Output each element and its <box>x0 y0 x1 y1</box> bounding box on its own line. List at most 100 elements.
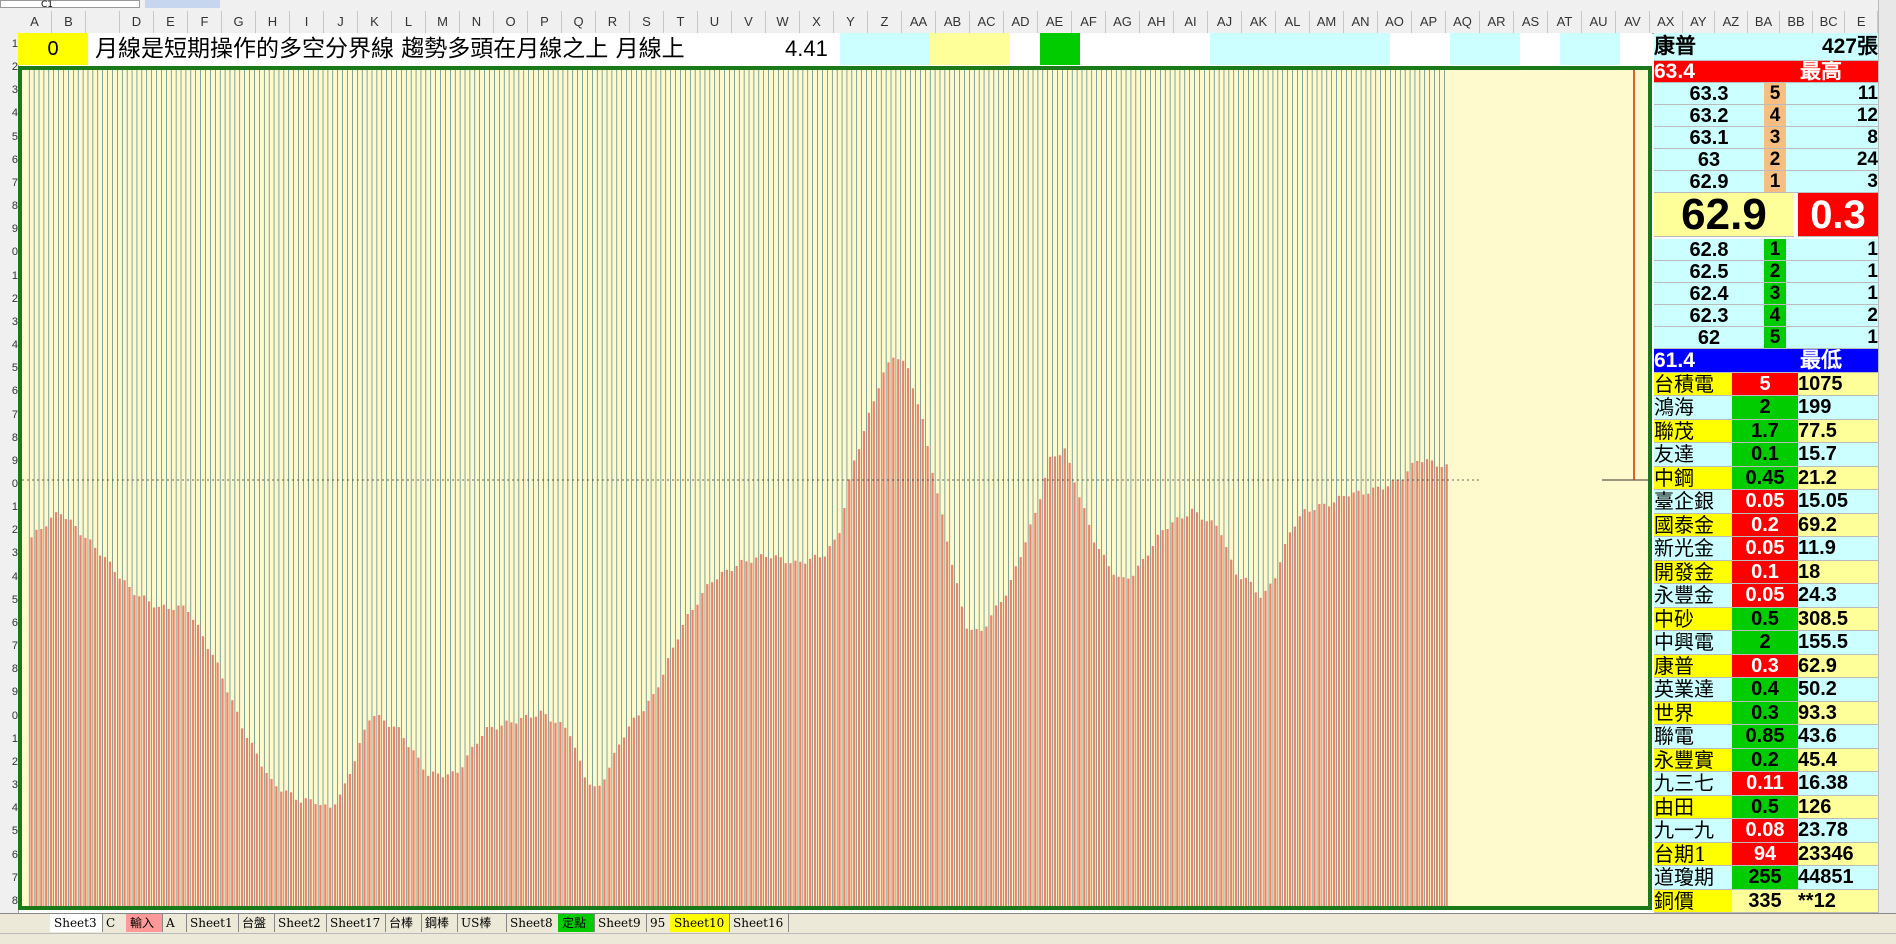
sheet-tab[interactable]: Sheet3 <box>50 914 103 932</box>
name-box[interactable]: C1 <box>0 0 140 10</box>
row-header[interactable]: 2 <box>0 519 18 542</box>
row-header[interactable]: 1 <box>0 265 18 288</box>
column-header[interactable]: D <box>120 11 154 33</box>
row-header[interactable]: 5 <box>0 589 18 612</box>
column-header[interactable]: F <box>188 11 222 33</box>
row-header[interactable]: 4 <box>0 102 18 125</box>
sheet-tab[interactable]: Sheet1 <box>186 914 239 932</box>
row-header[interactable]: 4 <box>0 334 18 357</box>
column-header[interactable]: R <box>596 11 630 33</box>
column-header[interactable]: A <box>18 11 52 33</box>
sheet-tab[interactable]: Sheet16 <box>729 914 789 932</box>
row-header[interactable]: 0 <box>0 241 18 264</box>
column-header[interactable]: B <box>52 11 86 33</box>
column-header[interactable] <box>86 11 120 33</box>
row-header[interactable]: 0 <box>0 705 18 728</box>
column-header[interactable]: AK <box>1242 11 1276 33</box>
column-header[interactable]: AF <box>1072 11 1106 33</box>
row-header[interactable]: 3 <box>0 774 18 797</box>
row-header[interactable]: 3 <box>0 79 18 102</box>
sheet-tab[interactable]: Sheet2 <box>274 914 327 932</box>
sheet-tab[interactable]: 鋼棒 <box>421 914 458 932</box>
column-header[interactable]: Q <box>562 11 596 33</box>
sheet-tab[interactable]: Sheet9 <box>594 914 647 932</box>
column-header[interactable]: J <box>324 11 358 33</box>
column-header[interactable]: N <box>460 11 494 33</box>
row-header[interactable]: 7 <box>0 635 18 658</box>
row-header[interactable]: 2 <box>0 56 18 79</box>
row-header[interactable]: 2 <box>0 288 18 311</box>
row-header[interactable]: 8 <box>0 195 18 218</box>
column-header[interactable]: AR <box>1480 11 1514 33</box>
column-header[interactable]: AD <box>1004 11 1038 33</box>
row-header[interactable]: 9 <box>0 681 18 704</box>
column-header[interactable]: AN <box>1344 11 1378 33</box>
row-header[interactable]: 9 <box>0 218 18 241</box>
row-header[interactable]: 4 <box>0 566 18 589</box>
column-header[interactable]: AM <box>1310 11 1344 33</box>
column-header[interactable]: AL <box>1276 11 1310 33</box>
vertical-scrollbar[interactable] <box>1878 0 1896 913</box>
column-header[interactable]: AI <box>1174 11 1208 33</box>
sheet-tab[interactable]: 台盤 <box>238 914 275 932</box>
column-header[interactable]: L <box>392 11 426 33</box>
row-header[interactable]: 6 <box>0 149 18 172</box>
column-header[interactable]: BA <box>1748 11 1781 33</box>
sheet-tab[interactable]: Sheet10 <box>670 914 730 932</box>
column-header[interactable]: BC <box>1813 11 1846 33</box>
column-header[interactable]: AV <box>1616 11 1650 33</box>
formula-button[interactable] <box>145 0 220 8</box>
row-header[interactable]: 1 <box>0 33 18 56</box>
row-header[interactable]: 0 <box>0 473 18 496</box>
column-header[interactable]: AU <box>1582 11 1616 33</box>
column-header[interactable]: AH <box>1140 11 1174 33</box>
column-header[interactable]: U <box>698 11 732 33</box>
sheet-tab[interactable]: 定點 <box>558 914 595 932</box>
row-header[interactable]: 6 <box>0 612 18 635</box>
column-header[interactable]: AJ <box>1208 11 1242 33</box>
column-header[interactable]: I <box>290 11 324 33</box>
column-header[interactable]: X <box>800 11 834 33</box>
sheet-tab[interactable]: 台棒 <box>385 914 422 932</box>
row-header[interactable]: 7 <box>0 867 18 890</box>
column-header[interactable]: BB <box>1780 11 1813 33</box>
row-header[interactable]: 3 <box>0 542 18 565</box>
column-header[interactable]: AT <box>1548 11 1582 33</box>
row-header[interactable]: 5 <box>0 357 18 380</box>
sheet-tab[interactable]: Sheet8 <box>506 914 559 932</box>
column-header[interactable]: Z <box>868 11 902 33</box>
row-header[interactable]: 8 <box>0 890 18 913</box>
column-header[interactable]: O <box>494 11 528 33</box>
row-header[interactable]: 8 <box>0 427 18 450</box>
column-header[interactable]: Y <box>834 11 868 33</box>
sheet-tab[interactable]: C <box>102 914 127 932</box>
column-header[interactable]: S <box>630 11 664 33</box>
column-header[interactable]: AC <box>970 11 1004 33</box>
sheet-tab[interactable]: A <box>162 914 187 932</box>
sheet-tab[interactable]: Sheet17 <box>326 914 386 932</box>
column-header[interactable]: P <box>528 11 562 33</box>
row-header[interactable]: 2 <box>0 751 18 774</box>
column-header[interactable]: W <box>766 11 800 33</box>
row-header[interactable]: 4 <box>0 797 18 820</box>
column-header[interactable]: AO <box>1378 11 1412 33</box>
column-header[interactable]: AZ <box>1715 11 1748 33</box>
row-header[interactable]: 3 <box>0 311 18 334</box>
column-header[interactable]: AB <box>936 11 970 33</box>
column-header[interactable]: AY <box>1683 11 1716 33</box>
row-header[interactable]: 5 <box>0 126 18 149</box>
column-header[interactable]: H <box>256 11 290 33</box>
row-header[interactable]: 1 <box>0 496 18 519</box>
column-header[interactable]: AS <box>1514 11 1548 33</box>
column-header[interactable]: AG <box>1106 11 1140 33</box>
cell-a1[interactable]: 0 <box>18 33 88 65</box>
column-header[interactable]: AX <box>1650 11 1683 33</box>
column-header[interactable]: AP <box>1412 11 1446 33</box>
sheet-tab[interactable]: 輸入 <box>126 914 163 932</box>
column-header[interactable]: AE <box>1038 11 1072 33</box>
row-header[interactable]: 5 <box>0 820 18 843</box>
column-header[interactable]: K <box>358 11 392 33</box>
column-header[interactable]: M <box>426 11 460 33</box>
column-header[interactable]: AA <box>902 11 936 33</box>
column-header[interactable]: T <box>664 11 698 33</box>
